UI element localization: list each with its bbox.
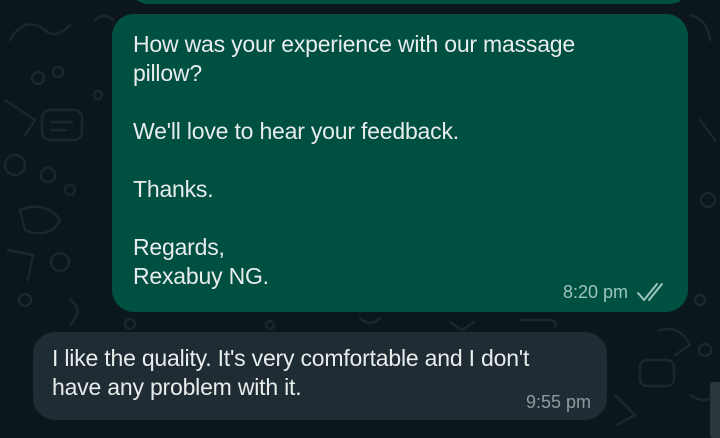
previous-message-bubble-edge [130,0,688,4]
message-text-line: pillow? [133,60,202,86]
message-text-line: How was your experience with our massage [133,31,575,57]
message-timestamp: 8:20 pm [562,282,628,302]
message-text-line: Thanks. [133,176,214,202]
message-meta: 9:55 pm [526,391,591,413]
message-text-line: have any problem with it. [52,374,302,400]
message-text-line: Regards, [133,234,225,260]
message-timestamp: 9:55 pm [525,392,591,412]
scroll-indicator[interactable] [710,382,720,438]
message-text-line: We'll love to hear your feedback. [133,118,459,144]
double-check-icon [637,283,663,301]
message-meta: 8:20 pm [563,281,668,303]
incoming-message-bubble[interactable]: I like the quality. It's very comfortabl… [33,332,607,420]
message-text-line: I like the quality. It's very comfortabl… [52,345,530,371]
outgoing-message-bubble[interactable]: How was your experience with our massage… [112,14,688,312]
